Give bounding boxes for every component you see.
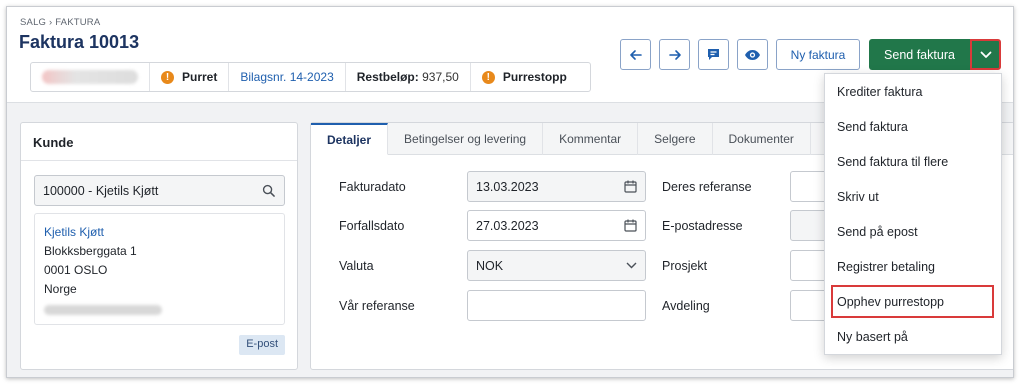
ny-faktura-button[interactable]: Ny faktura bbox=[776, 39, 860, 70]
prosjekt-label: Prosjekt bbox=[662, 259, 708, 273]
tab-selgere[interactable]: Selgere bbox=[638, 123, 713, 155]
status-label: Purret bbox=[182, 70, 218, 84]
preview-button[interactable] bbox=[737, 39, 768, 70]
bilagsnr-segment: Bilagsnr. 14-2023 bbox=[229, 63, 346, 91]
customer-address-card: Kjetils Kjøtt Blokksberggata 1 0001 OSLO… bbox=[34, 213, 285, 325]
avdeling-label: Avdeling bbox=[662, 299, 710, 313]
customer-search-value: 100000 - Kjetils Kjøtt bbox=[43, 184, 159, 198]
send-faktura-button[interactable]: Send faktura bbox=[869, 39, 970, 70]
warning-icon: ! bbox=[161, 70, 174, 84]
customer-blurred bbox=[31, 63, 150, 91]
menu-item-send-faktura[interactable]: Send faktura bbox=[825, 109, 1001, 144]
restbelop-value: 937,50 bbox=[422, 70, 459, 84]
purrestopp-label: Purrestopp bbox=[502, 70, 567, 84]
customer-panel: Kunde 100000 - Kjetils Kjøtt Kjetils Kjø… bbox=[20, 122, 298, 370]
valuta-value: NOK bbox=[476, 259, 504, 273]
app-window: SALG › FAKTURA Faktura 10013 ! Purret Bil… bbox=[6, 6, 1014, 378]
calendar-icon[interactable] bbox=[624, 219, 637, 232]
arrow-left-icon bbox=[629, 49, 642, 60]
restbelop-segment: Restbeløp: 937,50 bbox=[346, 63, 471, 91]
eye-icon bbox=[745, 49, 760, 60]
previous-button[interactable] bbox=[620, 39, 651, 70]
epostadresse-label: E-postadresse bbox=[662, 219, 743, 233]
bilagsnr-link[interactable]: Bilagsnr. 14-2023 bbox=[240, 70, 333, 84]
comment-icon bbox=[708, 49, 719, 60]
epost-tag: E-post bbox=[239, 335, 285, 355]
status-purrestopp: ! Purrestopp bbox=[471, 63, 578, 91]
customer-street: Blokksberggata 1 bbox=[44, 244, 137, 258]
send-options-toggle[interactable] bbox=[970, 39, 1001, 70]
var-referanse-field[interactable] bbox=[467, 290, 646, 321]
menu-item-opphev-purrestopp[interactable]: Opphev purrestopp bbox=[830, 284, 995, 319]
search-icon[interactable] bbox=[262, 184, 275, 197]
chevron-down-icon bbox=[980, 51, 991, 58]
comment-button[interactable] bbox=[698, 39, 729, 70]
tab-betingelser[interactable]: Betingelser og levering bbox=[388, 123, 544, 155]
fakturadato-value: 13.03.2023 bbox=[476, 180, 539, 194]
var-referanse-label: Vår referanse bbox=[339, 299, 415, 313]
calendar-icon[interactable] bbox=[624, 180, 637, 193]
menu-item-registrer-betaling[interactable]: Registrer betaling bbox=[825, 249, 1001, 284]
redacted-customer-name bbox=[42, 70, 138, 84]
fakturadato-field[interactable]: 13.03.2023 bbox=[467, 171, 646, 202]
warning-icon: ! bbox=[481, 70, 495, 84]
send-options-menu: Krediter faktura Send faktura Send faktu… bbox=[824, 73, 1002, 355]
status-purret: ! Purret bbox=[150, 63, 230, 91]
customer-postal: 0001 OSLO bbox=[44, 263, 108, 277]
menu-item-send-faktura-til-flere[interactable]: Send faktura til flere bbox=[825, 144, 1001, 179]
menu-item-krediter-faktura[interactable]: Krediter faktura bbox=[825, 74, 1001, 109]
forfallsdato-label: Forfallsdato bbox=[339, 219, 405, 233]
breadcrumb[interactable]: SALG › FAKTURA bbox=[20, 17, 100, 28]
chevron-down-icon bbox=[626, 262, 637, 269]
customer-name-link[interactable]: Kjetils Kjøtt bbox=[44, 223, 275, 242]
restbelop-label: Restbeløp: bbox=[356, 70, 419, 84]
forfallsdato-value: 27.03.2023 bbox=[476, 219, 539, 233]
page-title: Faktura 10013 bbox=[19, 32, 140, 52]
customer-search-input[interactable]: 100000 - Kjetils Kjøtt bbox=[34, 175, 285, 206]
arrow-right-icon bbox=[668, 49, 681, 60]
menu-item-send-pa-epost[interactable]: Send på epost bbox=[825, 214, 1001, 249]
next-button[interactable] bbox=[659, 39, 690, 70]
customer-country: Norge bbox=[44, 282, 77, 296]
forfallsdato-field[interactable]: 27.03.2023 bbox=[467, 210, 646, 241]
invoice-status-bar: ! Purret Bilagsnr. 14-2023 Restbeløp: 937… bbox=[30, 62, 591, 92]
deres-referanse-label: Deres referanse bbox=[662, 180, 752, 194]
valuta-select[interactable]: NOK bbox=[467, 250, 646, 281]
redacted-email bbox=[44, 305, 162, 315]
menu-item-ny-basert-pa[interactable]: Ny basert på bbox=[825, 319, 1001, 354]
customer-heading: Kunde bbox=[21, 123, 297, 161]
tab-dokumenter[interactable]: Dokumenter bbox=[713, 123, 811, 155]
valuta-label: Valuta bbox=[339, 259, 374, 273]
tab-detaljer[interactable]: Detaljer bbox=[311, 123, 389, 155]
menu-item-skriv-ut[interactable]: Skriv ut bbox=[825, 179, 1001, 214]
fakturadato-label: Fakturadato bbox=[339, 180, 406, 194]
tab-kommentar[interactable]: Kommentar bbox=[543, 123, 639, 155]
